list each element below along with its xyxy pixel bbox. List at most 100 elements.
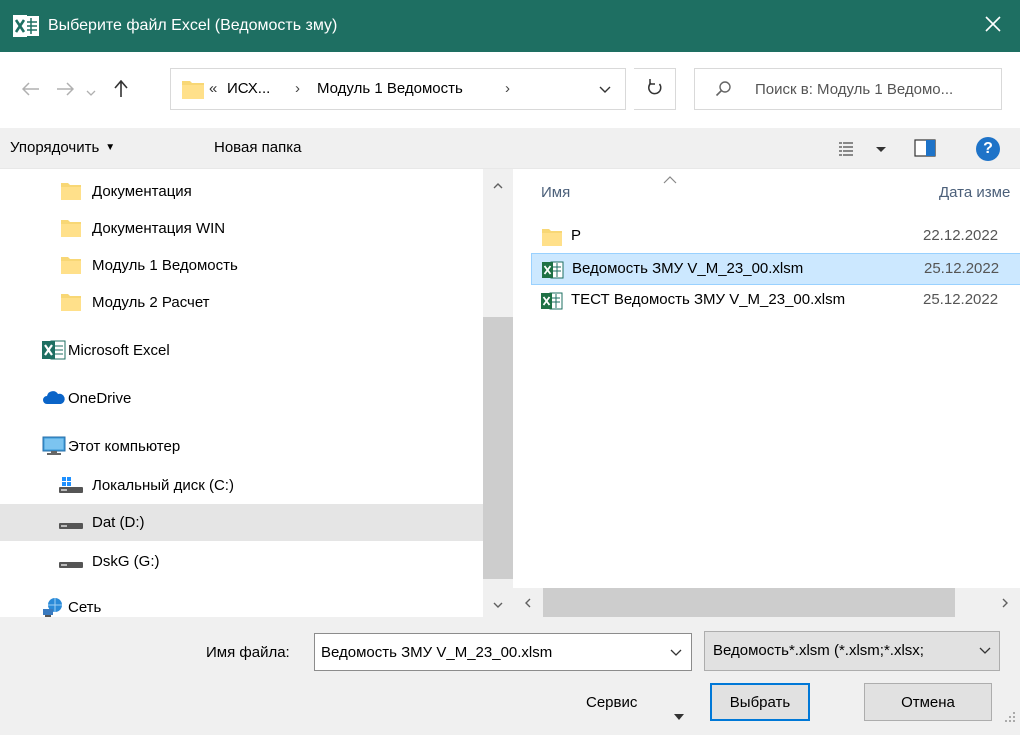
caret-down-icon — [674, 699, 684, 720]
nav-item-module-1[interactable]: Модуль 1 Ведомость — [0, 247, 483, 284]
search-input[interactable] — [755, 69, 999, 109]
file-row-vedomost[interactable]: Ведомость ЗМУ V_M_23_00.xlsm 25.12.2022 — [531, 253, 1020, 285]
folder-icon — [60, 255, 82, 275]
preview-pane-icon — [914, 139, 936, 161]
nav-item-documentation-win[interactable]: Документация WIN — [0, 210, 483, 247]
nav-item-this-pc[interactable]: Этот компьютер — [0, 428, 483, 465]
nav-item-label: OneDrive — [68, 390, 132, 407]
file-name: P — [571, 227, 582, 244]
scroll-right-button[interactable] — [990, 588, 1020, 618]
file-list[interactable]: Имя Дата изме P 22.12.2022 Ведомость ЗМУ… — [513, 169, 1020, 618]
file-row-folder-p[interactable]: P 22.12.2022 — [531, 221, 1020, 253]
command-bar: Упорядочить ▼ Новая папка ? — [0, 128, 1020, 168]
preview-pane-button[interactable] — [914, 139, 936, 157]
nav-item-onedrive[interactable]: OneDrive — [0, 380, 483, 417]
scrollbar-thumb[interactable] — [543, 588, 955, 618]
chevron-down-icon — [670, 644, 682, 661]
refresh-icon — [647, 78, 663, 100]
breadcrumb-separator[interactable]: › — [295, 69, 300, 109]
nav-item-dskg-g[interactable]: DskG (G:) — [0, 543, 483, 580]
drive-icon — [58, 512, 83, 532]
scrollbar-thumb[interactable] — [483, 317, 513, 579]
file-list-horizontal-scrollbar[interactable] — [513, 588, 1020, 618]
organize-label: Упорядочить — [10, 139, 100, 156]
nav-item-label: Модуль 2 Расчет — [92, 294, 210, 311]
new-folder-button[interactable]: Новая папка — [214, 128, 301, 168]
arrow-right-icon — [56, 82, 75, 100]
view-options-icon — [838, 142, 890, 164]
nav-item-label: Модуль 1 Ведомость — [92, 257, 238, 274]
file-name: ТЕСТ Ведомость ЗМУ V_M_23_00.xlsm — [571, 291, 846, 308]
computer-icon — [42, 436, 66, 456]
cloud-icon — [42, 388, 65, 408]
breadcrumb-overflow[interactable]: « — [209, 69, 217, 109]
nav-item-documentation[interactable]: Документация — [0, 173, 483, 210]
nav-item-label: Microsoft Excel — [68, 342, 170, 359]
dialog-footer: Имя файла: Ведомость*.xlsm (*.xlsm;*.xls… — [0, 617, 1020, 726]
recent-locations-button[interactable] — [82, 78, 100, 104]
breadcrumb-segment[interactable]: ИСХ... — [227, 69, 270, 109]
filename-label: Имя файла: — [206, 644, 290, 661]
change-view-button[interactable] — [838, 138, 890, 160]
folder-icon — [60, 181, 82, 201]
refresh-button[interactable] — [634, 68, 676, 110]
nav-item-network[interactable]: Сеть — [0, 589, 483, 618]
tools-label: Сервис — [586, 694, 638, 711]
filename-combobox[interactable] — [314, 633, 692, 671]
navigation-bar: « ИСХ... › Модуль 1 Ведомость › — [0, 52, 1020, 128]
chevron-left-icon — [525, 595, 531, 612]
nav-item-label: Локальный диск (C:) — [92, 477, 234, 494]
nav-item-label: Этот компьютер — [68, 438, 181, 455]
chevron-down-icon — [86, 83, 96, 100]
file-type-select[interactable]: Ведомость*.xlsm (*.xlsm;*.xlsx; — [704, 631, 1000, 671]
scroll-down-button[interactable] — [483, 588, 513, 618]
close-button[interactable] — [966, 0, 1020, 52]
sort-ascending-icon — [663, 172, 677, 184]
filename-input[interactable] — [319, 634, 655, 670]
folder-icon — [60, 218, 82, 238]
network-icon — [42, 597, 64, 617]
cancel-button[interactable]: Отмена — [864, 683, 992, 721]
caret-down-icon: ▼ — [105, 142, 116, 154]
forward-button[interactable] — [52, 78, 78, 104]
nav-item-dat-d[interactable]: Dat (D:) — [0, 504, 483, 541]
filename-dropdown-button[interactable] — [661, 634, 691, 670]
resize-grip-icon[interactable] — [1004, 710, 1016, 722]
close-icon — [985, 16, 1001, 36]
navigation-pane[interactable]: Документация Документация WIN Модуль 1 В… — [0, 169, 483, 618]
nav-item-label: Документация — [92, 183, 192, 200]
nav-item-label: Сеть — [68, 599, 102, 616]
back-button[interactable] — [18, 78, 44, 104]
column-header-date[interactable]: Дата изме — [939, 169, 1010, 217]
nav-item-local-disk-c[interactable]: Локальный диск (C:) — [0, 467, 483, 504]
nav-pane-scrollbar[interactable] — [483, 169, 513, 618]
column-header-name[interactable]: Имя — [541, 169, 570, 217]
scroll-left-button[interactable] — [513, 588, 543, 618]
search-box[interactable] — [694, 68, 1002, 110]
scroll-up-button[interactable] — [483, 169, 513, 199]
breadcrumb-segment[interactable]: Модуль 1 Ведомость — [317, 69, 463, 109]
tools-button[interactable]: Сервис — [586, 685, 696, 721]
nav-item-module-2[interactable]: Модуль 2 Расчет — [0, 284, 483, 321]
help-button[interactable]: ? — [976, 137, 1000, 161]
address-history-button[interactable] — [589, 69, 621, 109]
arrow-left-icon — [21, 82, 40, 100]
up-button[interactable] — [108, 78, 134, 104]
open-button[interactable]: Выбрать — [710, 683, 810, 721]
folder-icon — [181, 78, 205, 100]
file-name: Ведомость ЗМУ V_M_23_00.xlsm — [572, 260, 804, 277]
chevron-down-icon — [493, 595, 503, 612]
file-date: 22.12.2022 — [923, 227, 999, 244]
system-drive-icon — [58, 475, 83, 495]
file-open-dialog: Выберите файл Excel (Ведомость зму) « ИС… — [0, 0, 1020, 726]
address-bar[interactable]: « ИСХ... › Модуль 1 Ведомость › — [170, 68, 626, 110]
excel-macro-file-icon — [542, 260, 564, 280]
folder-icon — [541, 227, 563, 247]
breadcrumb-separator[interactable]: › — [505, 69, 510, 109]
file-row-test-vedomost[interactable]: ТЕСТ Ведомость ЗМУ V_M_23_00.xlsm 25.12.… — [531, 285, 1020, 317]
organize-button[interactable]: Упорядочить ▼ — [10, 128, 115, 168]
window-title: Выберите файл Excel (Ведомость зму) — [48, 17, 338, 34]
nav-item-label: Документация WIN — [92, 220, 226, 237]
nav-item-microsoft-excel[interactable]: Microsoft Excel — [0, 332, 483, 369]
chevron-down-icon — [599, 81, 611, 98]
